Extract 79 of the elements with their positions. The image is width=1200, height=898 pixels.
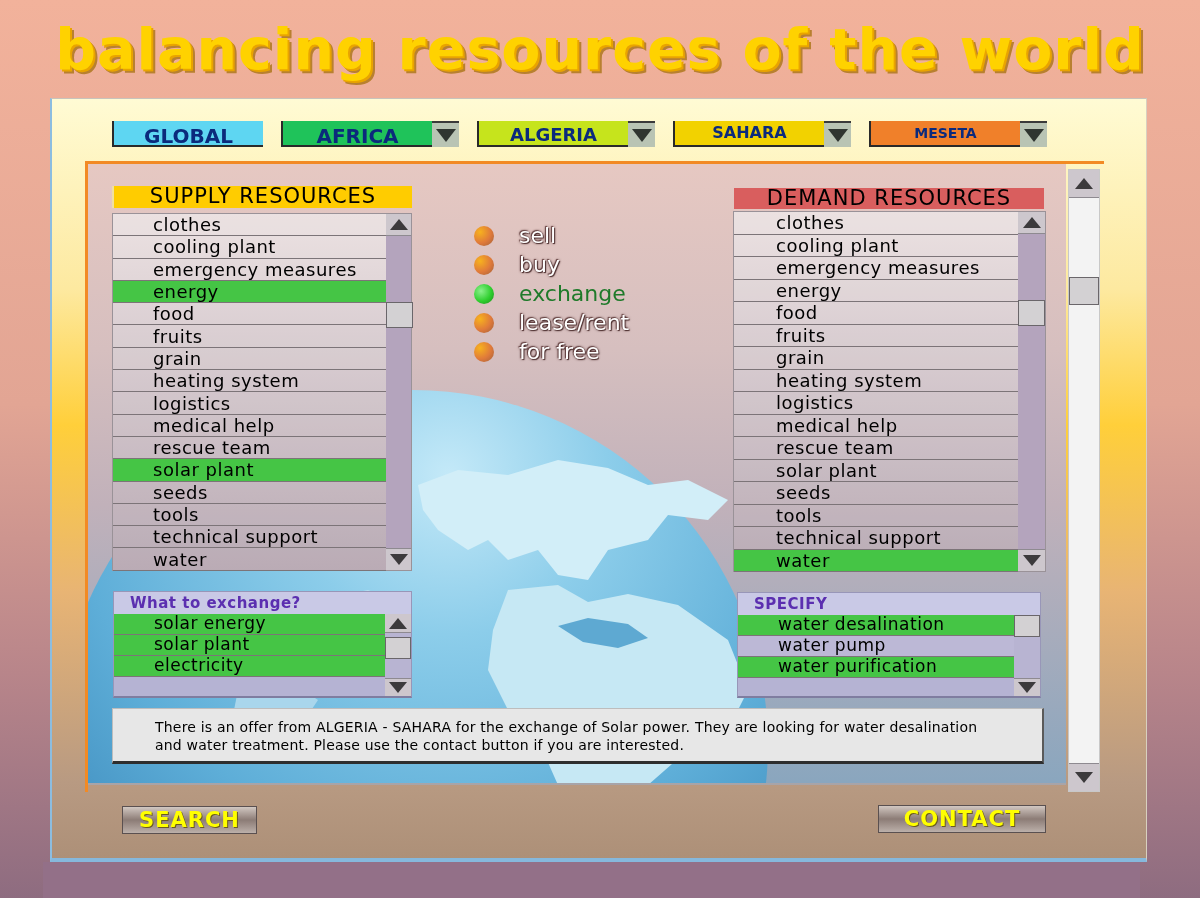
dropdown-button[interactable] — [824, 121, 851, 147]
caret-down-icon — [435, 128, 456, 142]
scroll-thumb[interactable] — [1018, 300, 1045, 326]
section-title: What to exchange? — [114, 592, 411, 614]
list-item[interactable]: solar plant — [113, 459, 386, 482]
list-item[interactable]: energy — [734, 279, 1018, 302]
list-item[interactable]: rescue team — [113, 436, 386, 460]
down-arrow-icon — [1018, 682, 1036, 693]
list-item[interactable]: water — [734, 549, 1018, 572]
scroll-up-button[interactable] — [386, 214, 411, 236]
caret-down-icon — [827, 128, 848, 142]
scroll-down-button[interactable] — [1014, 678, 1040, 696]
region-button[interactable]: AFRICA — [281, 121, 432, 147]
region-button[interactable]: MESETA — [869, 121, 1020, 147]
list-item[interactable]: cooling plant — [734, 234, 1018, 257]
scroll-thumb[interactable] — [1069, 277, 1099, 305]
caret-down-icon — [1023, 128, 1044, 142]
scroll-thumb[interactable] — [1014, 615, 1040, 637]
scroll-up-button[interactable] — [385, 614, 411, 633]
list-item[interactable]: clothes — [734, 212, 1018, 235]
list-item[interactable]: fruits — [734, 324, 1018, 347]
scroll-down-button[interactable] — [1018, 549, 1045, 571]
list-item[interactable]: water desalination — [738, 615, 1014, 636]
list-item[interactable]: technical support — [113, 526, 386, 549]
list-item[interactable]: food — [113, 303, 386, 326]
list-item[interactable]: solar energy — [114, 614, 385, 635]
list-item[interactable]: emergency measures — [113, 258, 386, 281]
list-item[interactable]: seeds — [113, 481, 386, 504]
section-title: SUPPLY RESOURCES — [112, 186, 412, 208]
list-item[interactable]: water — [113, 548, 386, 571]
region-button[interactable]: SAHARA — [673, 121, 824, 147]
scroll-thumb[interactable] — [385, 637, 411, 659]
list-item[interactable]: rescue team — [734, 437, 1018, 460]
caret-down-icon — [631, 128, 652, 142]
region-button[interactable]: GLOBAL — [112, 121, 263, 147]
up-arrow-icon — [389, 219, 408, 230]
dropdown-button[interactable] — [1020, 121, 1047, 147]
up-arrow-icon — [1075, 178, 1093, 189]
list-item[interactable]: tools — [113, 503, 386, 527]
list-item[interactable]: water pump — [738, 636, 1014, 657]
down-arrow-icon — [1075, 772, 1093, 783]
list-item[interactable]: medical help — [113, 414, 386, 437]
scroll-up-button[interactable] — [1069, 170, 1099, 198]
list-item[interactable]: electricity — [114, 656, 385, 677]
down-arrow-icon — [389, 682, 407, 693]
list-item[interactable]: technical support — [734, 527, 1018, 550]
list-item[interactable]: grain — [113, 347, 386, 371]
list-item[interactable]: tools — [734, 504, 1018, 527]
list-item[interactable]: logistics — [113, 392, 386, 415]
list-item[interactable]: grain — [734, 347, 1018, 370]
offer-message: There is an offer from ALGERIA - SAHARA for the exchange of Solar power. They are looking for water desalination and water treatment. Please use the contact button if you are interested. — [155, 718, 979, 754]
list-item[interactable]: seeds — [734, 482, 1018, 505]
region-button[interactable]: ALGERIA — [477, 121, 628, 147]
list-item[interactable]: cooling plant — [113, 236, 386, 259]
list-item[interactable]: heating system — [113, 370, 386, 393]
scroll-up-button[interactable] — [1018, 212, 1045, 234]
list-item[interactable]: fruits — [113, 325, 386, 348]
scroll-down-button[interactable] — [385, 678, 411, 696]
scroll-down-button[interactable] — [386, 548, 411, 570]
list-item[interactable]: food — [734, 302, 1018, 325]
list-item[interactable]: energy — [113, 280, 386, 304]
down-arrow-icon — [1022, 555, 1041, 566]
up-arrow-icon — [389, 617, 407, 629]
list-item[interactable]: heating system — [734, 369, 1018, 392]
section-title: DEMAND RESOURCES — [734, 188, 1044, 209]
list-item[interactable]: medical help — [734, 414, 1018, 437]
scroll-thumb[interactable] — [386, 302, 413, 328]
list-item[interactable]: solar plant — [114, 635, 385, 656]
list-item[interactable]: clothes — [113, 214, 386, 237]
down-arrow-icon — [389, 554, 408, 565]
dropdown-button[interactable] — [432, 121, 459, 147]
section-title: SPECIFY — [738, 593, 1040, 615]
list-item[interactable]: water purification — [738, 657, 1014, 678]
list-item[interactable]: logistics — [734, 392, 1018, 415]
scroll-down-button[interactable] — [1069, 763, 1099, 791]
dropdown-button[interactable] — [628, 121, 655, 147]
list-item[interactable]: solar plant — [734, 459, 1018, 482]
list-item[interactable]: emergency measures — [734, 257, 1018, 280]
up-arrow-icon — [1022, 217, 1041, 228]
